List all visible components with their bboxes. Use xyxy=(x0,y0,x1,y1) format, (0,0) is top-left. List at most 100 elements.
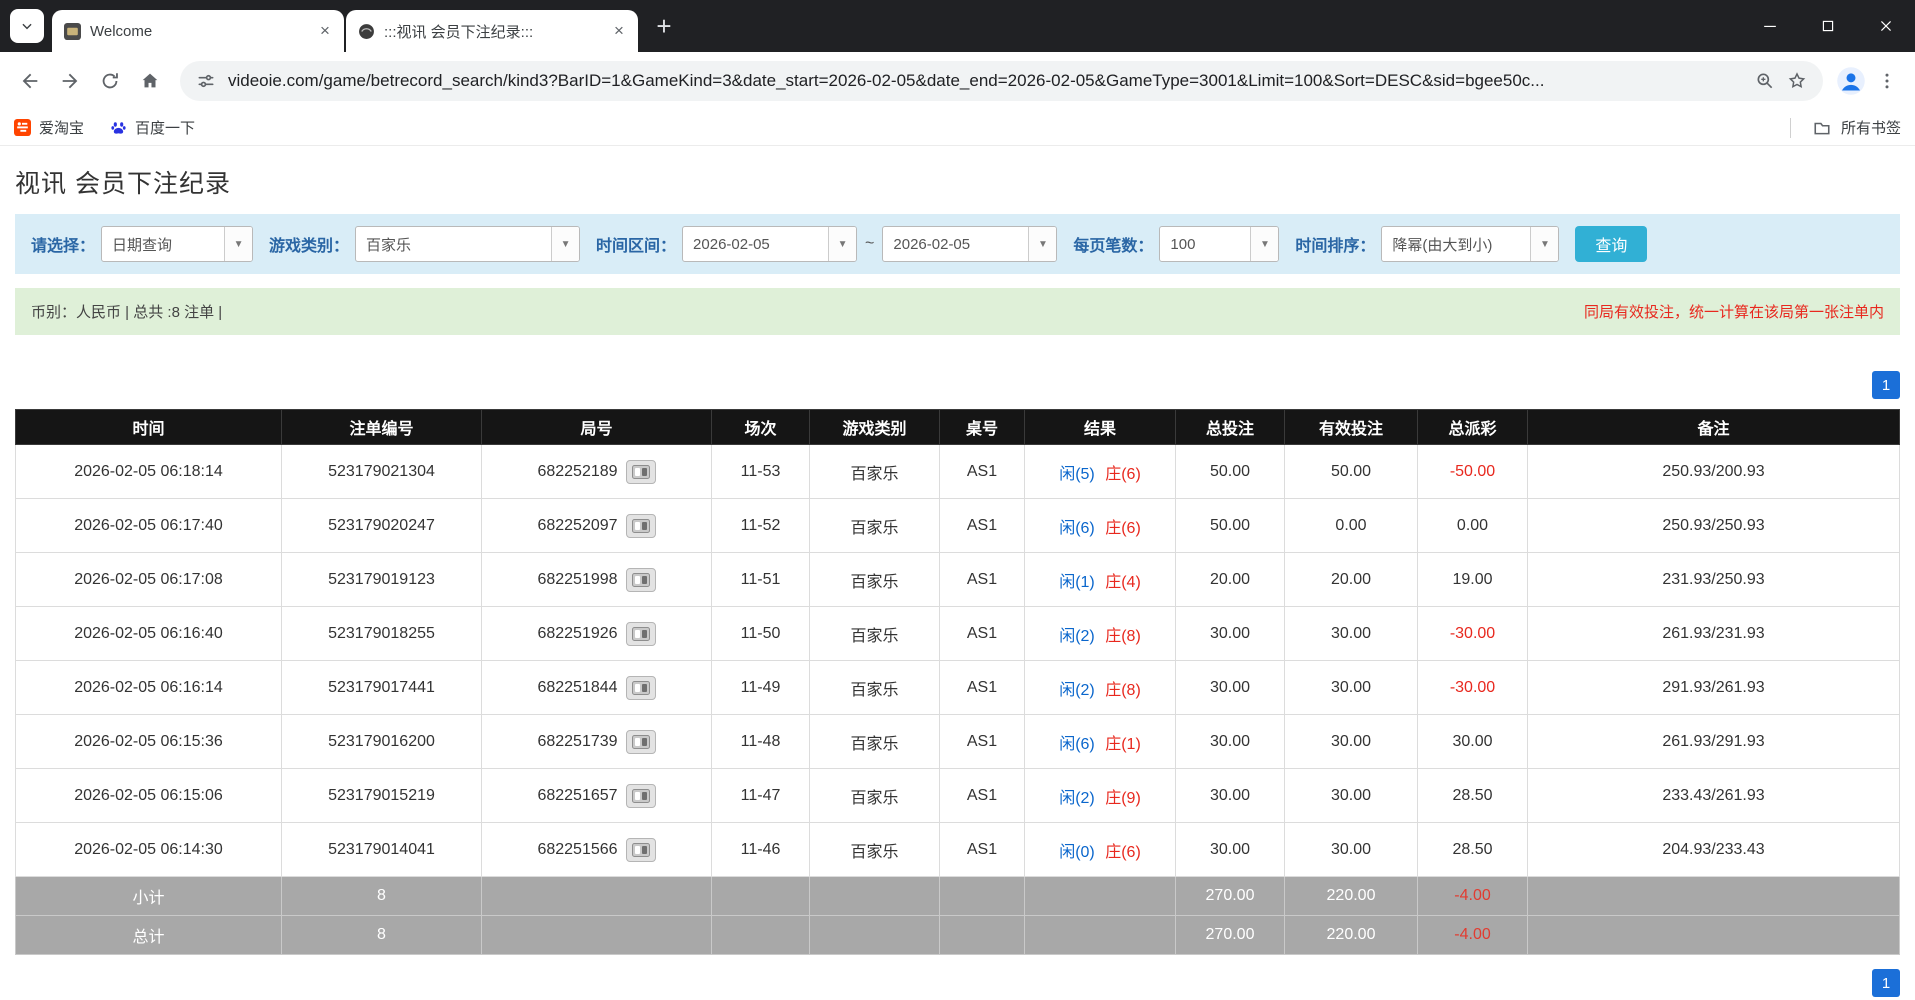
valid-bet-cell: 30.00 xyxy=(1285,715,1418,769)
zoom-icon[interactable] xyxy=(1755,71,1775,91)
bet-record-row: 2026-02-05 06:14:30 523179014041 6822515… xyxy=(16,823,1900,877)
aitaobao-icon xyxy=(14,119,31,136)
result-cell: 闲(6) 庄(6) xyxy=(1025,499,1176,553)
pagination-page-button[interactable]: 1 xyxy=(1872,969,1900,997)
total-bet-cell[interactable]: 50.00 xyxy=(1176,445,1285,499)
tab-close-icon[interactable]: × xyxy=(314,20,336,42)
result-cards-icon[interactable] xyxy=(626,676,656,700)
per-page-select[interactable]: 100 ▼ xyxy=(1159,226,1279,262)
bet-id-cell: 523179016200 xyxy=(282,715,482,769)
banker-result: 庄(1) xyxy=(1105,736,1141,753)
bet-id-cell: 523179020247 xyxy=(282,499,482,553)
result-cards-icon[interactable] xyxy=(626,784,656,808)
bookmarks-divider xyxy=(1790,118,1791,138)
result-cards-icon[interactable] xyxy=(626,730,656,754)
bet-record-row: 2026-02-05 06:17:08 523179019123 6822519… xyxy=(16,553,1900,607)
banker-result: 庄(8) xyxy=(1105,628,1141,645)
total-bet-cell[interactable]: 30.00 xyxy=(1176,607,1285,661)
url-bar[interactable]: videoie.com/game/betrecord_search/kind3?… xyxy=(180,61,1823,101)
home-button[interactable] xyxy=(130,61,170,101)
bet-id-cell: 523179018255 xyxy=(282,607,482,661)
minimize-button[interactable] xyxy=(1741,0,1799,52)
bet-record-row: 2026-02-05 06:15:06 523179015219 6822516… xyxy=(16,769,1900,823)
query-type-select[interactable]: 日期查询 ▼ xyxy=(101,226,253,262)
reload-icon xyxy=(99,70,121,92)
game-type-cell: 百家乐 xyxy=(810,445,940,499)
result-cards-icon[interactable] xyxy=(626,838,656,862)
time-cell: 2026-02-05 06:16:40 xyxy=(16,607,282,661)
browser-tab-welcome[interactable]: Welcome × xyxy=(52,10,344,52)
tab-title: :::视讯 会员下注纪录::: xyxy=(384,21,599,42)
total-bet-cell[interactable]: 30.00 xyxy=(1176,823,1285,877)
date-end-select[interactable]: 2026-02-05 ▼ xyxy=(882,226,1057,262)
table-no-cell: AS1 xyxy=(940,607,1025,661)
forward-button[interactable] xyxy=(50,61,90,101)
round-cell: 682251926 xyxy=(482,607,712,661)
chevron-down-icon[interactable]: ▼ xyxy=(1028,227,1056,261)
chevron-down-icon[interactable]: ▼ xyxy=(828,227,856,261)
tab-search-button[interactable] xyxy=(10,9,44,43)
session-cell: 11-53 xyxy=(712,445,810,499)
baidu-icon xyxy=(110,119,127,136)
payout-cell: 19.00 xyxy=(1418,553,1528,607)
result-cards-icon[interactable] xyxy=(626,568,656,592)
reload-button[interactable] xyxy=(90,61,130,101)
result-cell: 闲(0) 庄(6) xyxy=(1025,823,1176,877)
url-text[interactable]: videoie.com/game/betrecord_search/kind3?… xyxy=(228,71,1743,91)
total-bet-cell[interactable]: 50.00 xyxy=(1176,499,1285,553)
game-type-select[interactable]: 百家乐 ▼ xyxy=(355,226,580,262)
new-tab-button[interactable]: + xyxy=(646,8,682,44)
col-header-remark: 备注 xyxy=(1528,410,1900,445)
result-cards-icon[interactable] xyxy=(626,622,656,646)
maximize-button[interactable] xyxy=(1799,0,1857,52)
total-bet-cell[interactable]: 30.00 xyxy=(1176,715,1285,769)
browser-tab-betrecord[interactable]: :::视讯 会员下注纪录::: × xyxy=(346,10,638,52)
result-cell: 闲(6) 庄(1) xyxy=(1025,715,1176,769)
bookmark-aitaobao[interactable]: 爱淘宝 xyxy=(14,117,84,138)
chevron-down-icon[interactable]: ▼ xyxy=(551,227,579,261)
total-row: 总计 8 270.00 220.00 -4.00 xyxy=(16,916,1900,955)
pagination-page-button[interactable]: 1 xyxy=(1872,371,1900,399)
table-no-cell: AS1 xyxy=(940,553,1025,607)
session-cell: 11-48 xyxy=(712,715,810,769)
tab-close-icon[interactable]: × xyxy=(608,20,630,42)
bookmark-baidu[interactable]: 百度一下 xyxy=(110,117,195,138)
session-cell: 11-50 xyxy=(712,607,810,661)
total-bet-cell[interactable]: 30.00 xyxy=(1176,769,1285,823)
all-bookmarks[interactable]: 所有书签 xyxy=(1790,117,1901,138)
result-cards-icon[interactable] xyxy=(626,460,656,484)
session-cell: 11-51 xyxy=(712,553,810,607)
chevron-down-icon[interactable]: ▼ xyxy=(1250,227,1278,261)
time-cell: 2026-02-05 06:15:06 xyxy=(16,769,282,823)
table-no-cell: AS1 xyxy=(940,715,1025,769)
sort-select[interactable]: 降幂(由大到小) ▼ xyxy=(1381,226,1559,262)
player-result: 闲(5) xyxy=(1059,466,1095,483)
total-bet-cell[interactable]: 20.00 xyxy=(1176,553,1285,607)
game-type-cell: 百家乐 xyxy=(810,499,940,553)
banker-result: 庄(9) xyxy=(1105,790,1141,807)
subtotal-valid-bet: 220.00 xyxy=(1285,877,1418,916)
payout-cell: 0.00 xyxy=(1418,499,1528,553)
menu-icon[interactable] xyxy=(1869,63,1905,99)
bookmark-star-icon[interactable] xyxy=(1787,71,1807,91)
search-button[interactable]: 查询 xyxy=(1575,226,1647,262)
payout-cell: 30.00 xyxy=(1418,715,1528,769)
back-button[interactable] xyxy=(10,61,50,101)
total-bet-cell[interactable]: 30.00 xyxy=(1176,661,1285,715)
profile-avatar[interactable] xyxy=(1833,63,1869,99)
payout-cell: -30.00 xyxy=(1418,607,1528,661)
date-start-select[interactable]: 2026-02-05 ▼ xyxy=(682,226,857,262)
bet-record-row: 2026-02-05 06:18:14 523179021304 6822521… xyxy=(16,445,1900,499)
chevron-down-icon[interactable]: ▼ xyxy=(224,227,252,261)
chevron-down-icon[interactable]: ▼ xyxy=(1530,227,1558,261)
tab-title: Welcome xyxy=(90,23,305,40)
time-cell: 2026-02-05 06:15:36 xyxy=(16,715,282,769)
player-result: 闲(6) xyxy=(1059,736,1095,753)
browser-tab-strip: Welcome × :::视讯 会员下注纪录::: × + xyxy=(0,0,1915,52)
game-type-cell: 百家乐 xyxy=(810,823,940,877)
remark-cell: 250.93/250.93 xyxy=(1528,499,1900,553)
bet-record-row: 2026-02-05 06:15:36 523179016200 6822517… xyxy=(16,715,1900,769)
close-button[interactable] xyxy=(1857,0,1915,52)
site-settings-icon[interactable] xyxy=(196,71,216,91)
result-cards-icon[interactable] xyxy=(626,514,656,538)
